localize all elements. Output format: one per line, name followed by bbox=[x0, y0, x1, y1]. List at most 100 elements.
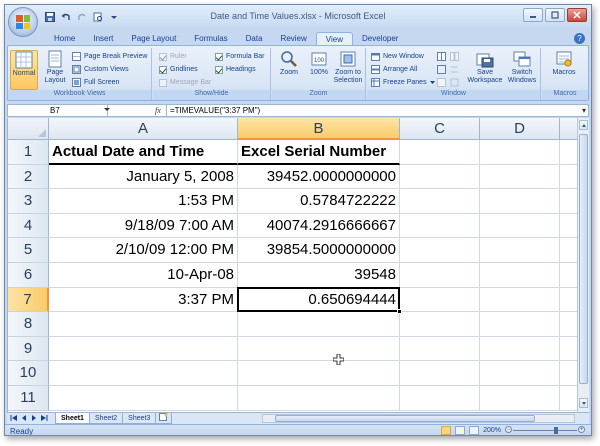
page-layout-status-button[interactable] bbox=[455, 426, 466, 435]
last-sheet-icon[interactable] bbox=[40, 414, 48, 422]
formula-bar-checkbox[interactable]: Formula Bar bbox=[215, 51, 265, 62]
expand-formula-bar-icon[interactable]: ▾ bbox=[582, 106, 586, 115]
cell-b6[interactable]: 39548 bbox=[238, 263, 400, 288]
select-all-button[interactable] bbox=[8, 118, 49, 140]
row-header-10[interactable]: 10 bbox=[8, 361, 49, 386]
column-header-d[interactable]: D bbox=[480, 118, 560, 140]
cell-d1[interactable] bbox=[480, 140, 560, 165]
cell-c11[interactable] bbox=[400, 386, 480, 411]
cell-e9[interactable] bbox=[560, 337, 577, 362]
formula-bar-check[interactable] bbox=[215, 52, 223, 61]
cell-b7[interactable]: 0.650694444 bbox=[238, 287, 400, 313]
cell-c5[interactable] bbox=[400, 238, 480, 263]
row-header-7[interactable]: 7 bbox=[8, 287, 49, 313]
office-button[interactable] bbox=[8, 7, 38, 37]
tab-page-layout[interactable]: Page Layout bbox=[122, 32, 185, 46]
scroll-down-button[interactable] bbox=[579, 398, 588, 408]
close-icon[interactable] bbox=[567, 8, 587, 22]
arrange-all-button[interactable]: Arrange All bbox=[371, 64, 417, 75]
cell-a10[interactable] bbox=[49, 361, 238, 386]
formula-input[interactable]: =TIMEVALUE("3:37 PM") bbox=[166, 105, 260, 116]
normal-view-status-button[interactable] bbox=[441, 426, 452, 435]
cell-c6[interactable] bbox=[400, 263, 480, 288]
macros-button[interactable]: Macros bbox=[549, 50, 579, 90]
row-header-4[interactable]: 4 bbox=[8, 213, 49, 239]
cell-b4[interactable]: 40074.2916666667 bbox=[238, 213, 400, 239]
cell-b3[interactable]: 0.5784722222 bbox=[238, 189, 400, 214]
sheet-tab-sheet2[interactable]: Sheet2 bbox=[88, 413, 124, 424]
horizontal-scroll-thumb[interactable] bbox=[275, 415, 535, 422]
normal-view-button[interactable]: Normal bbox=[10, 50, 38, 90]
cell-c7[interactable] bbox=[400, 287, 480, 313]
cell-c4[interactable] bbox=[400, 213, 480, 239]
insert-function-icon[interactable]: fx bbox=[155, 105, 161, 116]
cell-d7[interactable] bbox=[480, 287, 560, 313]
zoom-slider[interactable]: − + bbox=[505, 426, 585, 435]
cell-c10[interactable] bbox=[400, 361, 480, 386]
cell-e1[interactable] bbox=[560, 140, 577, 165]
cell-e5[interactable] bbox=[560, 238, 577, 263]
cell-a5[interactable]: 2/10/09 12:00 PM bbox=[49, 238, 238, 263]
split-button[interactable] bbox=[437, 51, 446, 62]
column-header-c[interactable]: C bbox=[400, 118, 480, 140]
row-header-3[interactable]: 3 bbox=[8, 189, 49, 214]
tab-formulas[interactable]: Formulas bbox=[185, 32, 236, 46]
cell-d10[interactable] bbox=[480, 361, 560, 386]
cell-e2[interactable] bbox=[560, 165, 577, 190]
page-break-status-button[interactable] bbox=[469, 426, 480, 435]
row-header-1[interactable]: 1 bbox=[8, 140, 49, 165]
new-window-button[interactable]: New Window bbox=[371, 51, 424, 62]
cell-a4[interactable]: 9/18/09 7:00 AM bbox=[49, 213, 238, 239]
cell-d6[interactable] bbox=[480, 263, 560, 288]
cell-d9[interactable] bbox=[480, 336, 560, 362]
cell-a9[interactable] bbox=[49, 336, 238, 362]
zoom-level[interactable]: 200% bbox=[483, 427, 501, 434]
cell-e3[interactable] bbox=[560, 189, 577, 214]
cell-a3[interactable]: 1:53 PM bbox=[49, 189, 238, 214]
cell-c1[interactable] bbox=[400, 140, 480, 165]
column-header-overflow[interactable] bbox=[560, 118, 577, 140]
minimize-icon[interactable] bbox=[523, 8, 543, 22]
freeze-panes-button[interactable]: Freeze Panes bbox=[371, 77, 435, 88]
zoom-100-button[interactable]: 100 100% bbox=[304, 50, 334, 90]
maximize-icon[interactable] bbox=[545, 8, 565, 22]
headings-checkbox[interactable]: Headings bbox=[215, 64, 256, 75]
row-header-5[interactable]: 5 bbox=[8, 238, 49, 263]
row-header-8[interactable]: 8 bbox=[8, 312, 49, 337]
horizontal-scrollbar[interactable] bbox=[262, 414, 575, 423]
tab-data[interactable]: Data bbox=[237, 32, 272, 46]
cell-a7[interactable]: 3:37 PM bbox=[49, 287, 238, 313]
row-header-6[interactable]: 6 bbox=[8, 263, 49, 288]
tab-view[interactable]: View bbox=[315, 32, 353, 46]
zoom-in-icon[interactable]: + bbox=[578, 426, 585, 433]
save-workspace-button[interactable]: Save Workspace bbox=[467, 50, 503, 90]
scroll-up-button[interactable] bbox=[579, 120, 588, 130]
prev-sheet-icon[interactable] bbox=[20, 414, 28, 422]
tab-insert[interactable]: Insert bbox=[84, 32, 122, 46]
cell-b2[interactable]: 39452.0000000000 bbox=[238, 164, 400, 190]
cell-d5[interactable] bbox=[480, 238, 560, 263]
cell-a6[interactable]: 10-Apr-08 bbox=[49, 263, 238, 288]
cell-a8[interactable] bbox=[49, 312, 238, 337]
vertical-scroll-thumb[interactable] bbox=[579, 134, 588, 384]
column-header-a[interactable]: A bbox=[49, 118, 238, 140]
insert-sheet-button[interactable] bbox=[155, 413, 173, 424]
sheet-tab-sheet1[interactable]: Sheet1 bbox=[55, 413, 90, 424]
cell-b5[interactable]: 39854.5000000000 bbox=[238, 238, 400, 263]
cell-c8[interactable] bbox=[400, 312, 480, 337]
cell-b10[interactable] bbox=[238, 361, 400, 386]
cell-e4[interactable] bbox=[560, 214, 577, 239]
tab-home[interactable]: Home bbox=[45, 32, 84, 46]
cell-c2[interactable] bbox=[400, 164, 480, 190]
cell-d11[interactable] bbox=[480, 386, 560, 411]
next-sheet-icon[interactable] bbox=[30, 414, 38, 422]
cell-b9[interactable] bbox=[238, 336, 400, 362]
headings-check[interactable] bbox=[215, 65, 223, 74]
page-break-preview-button[interactable]: Page Break Preview bbox=[72, 51, 147, 62]
cell-c3[interactable] bbox=[400, 189, 480, 214]
help-icon[interactable]: ? bbox=[574, 33, 585, 44]
cell-b8[interactable] bbox=[238, 312, 400, 337]
fill-handle[interactable] bbox=[397, 309, 402, 315]
row-header-9[interactable]: 9 bbox=[8, 336, 49, 362]
full-screen-button[interactable]: Full Screen bbox=[72, 77, 119, 88]
